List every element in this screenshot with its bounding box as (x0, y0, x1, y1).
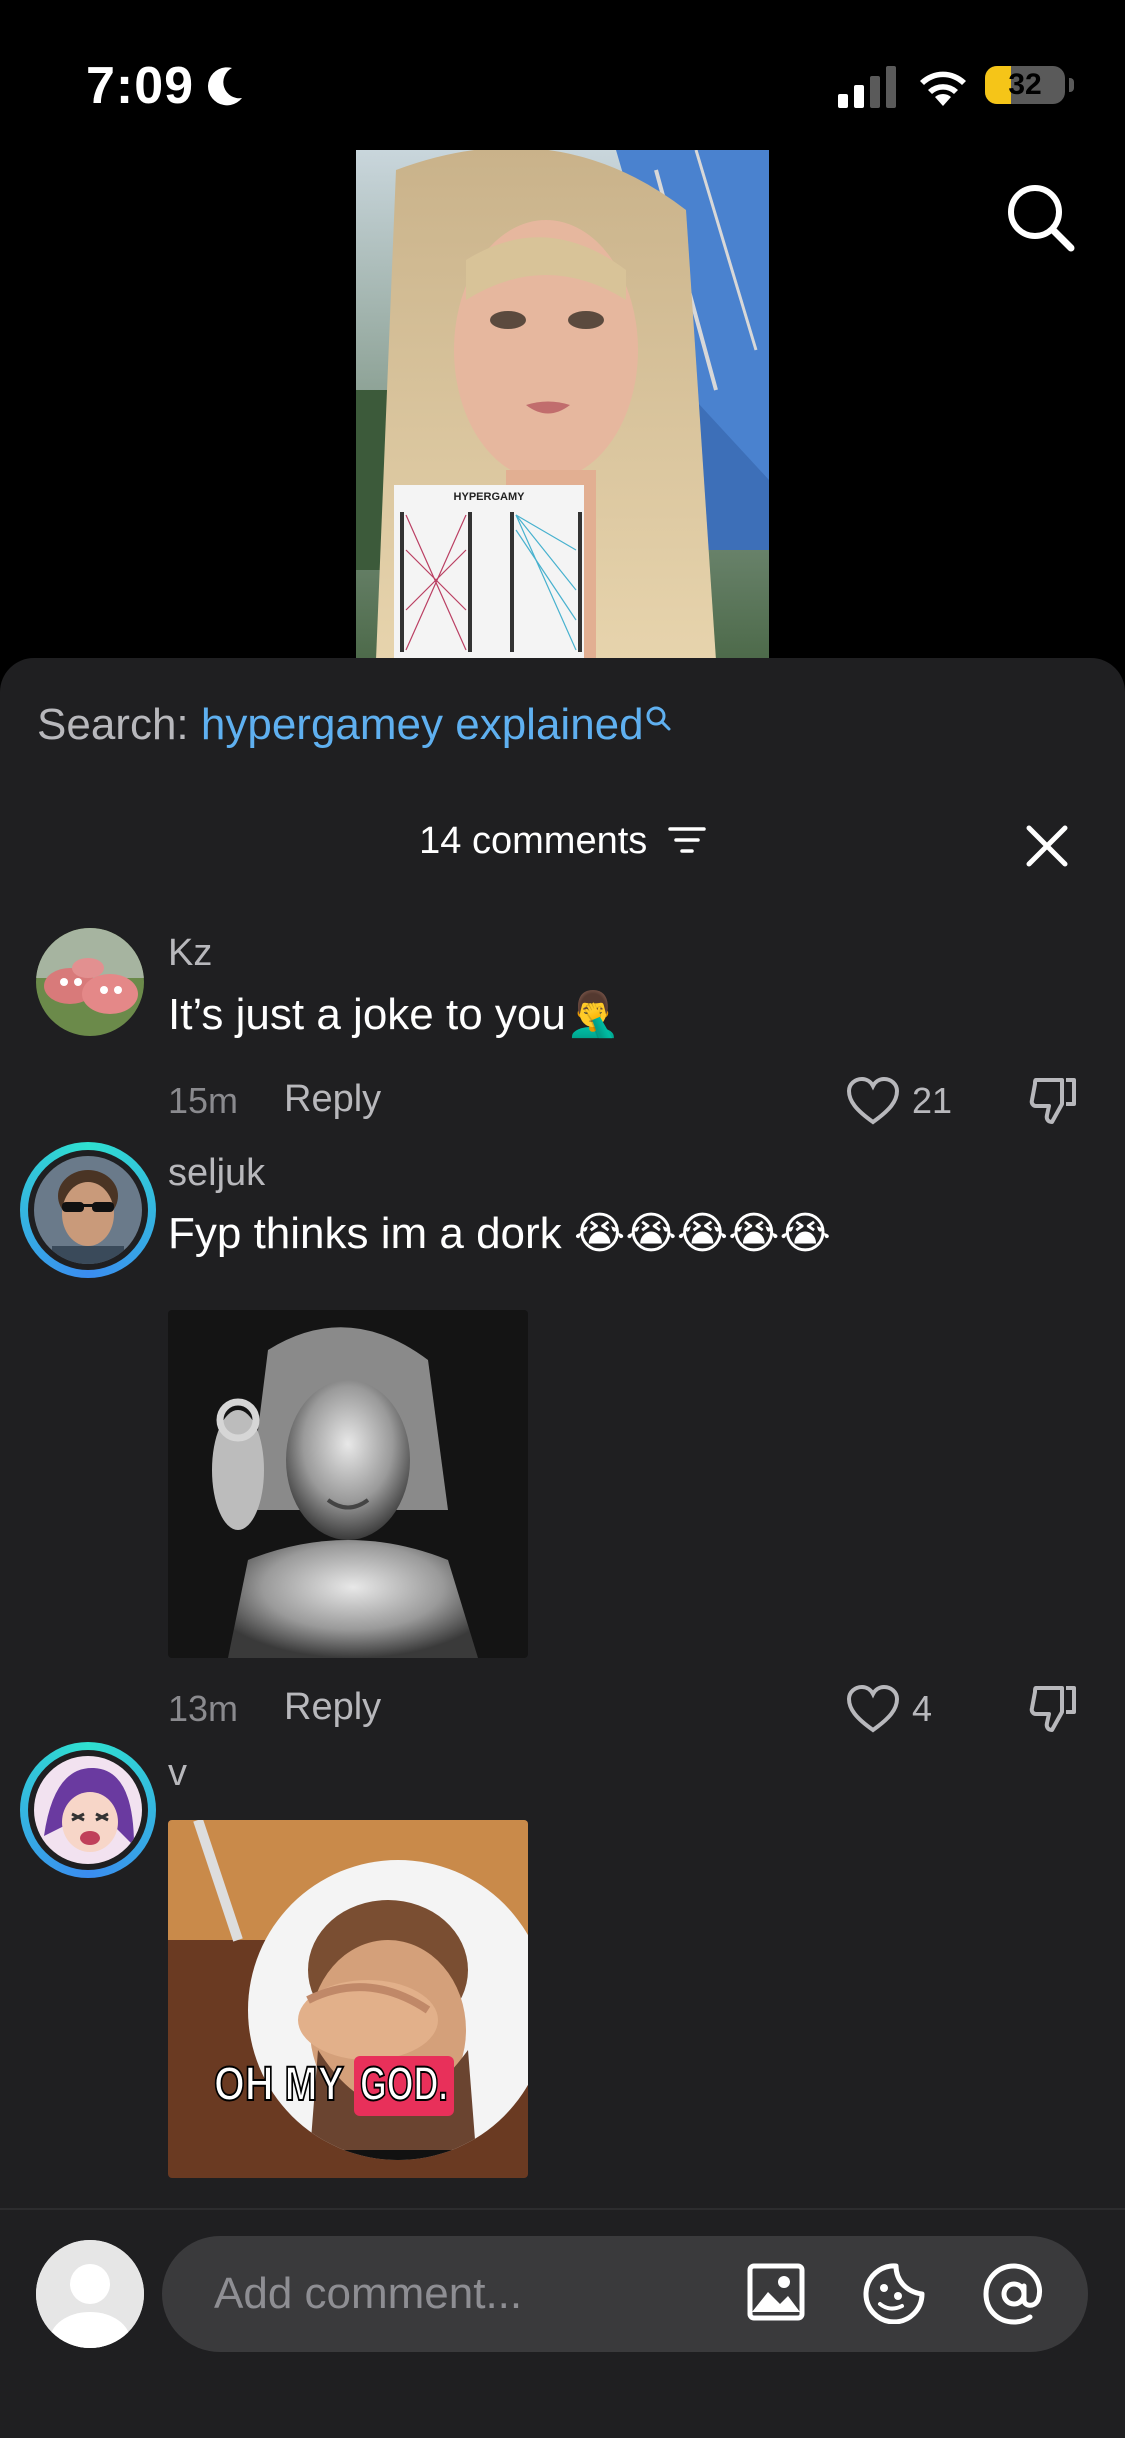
battery-percent: 32 (1008, 68, 1042, 101)
comment-username[interactable]: seljuk (168, 1152, 265, 1195)
comment-time: 13m (168, 1688, 239, 1729)
status-bar: 7:09 32 (0, 0, 1125, 140)
wifi-icon (920, 71, 966, 106)
comment-attached-image[interactable] (168, 1310, 528, 1658)
comment-time: 15m (168, 1080, 239, 1121)
current-user-avatar[interactable] (36, 2240, 144, 2348)
video-overlay-title: HYPERGAMY (454, 491, 526, 503)
avatar[interactable] (20, 1742, 156, 1878)
comment-username[interactable]: v (168, 1752, 187, 1795)
comment-attached-image[interactable]: OH MY GOD. (168, 1820, 528, 2178)
mention-icon[interactable] (982, 2262, 1046, 2326)
avatar[interactable] (20, 1142, 156, 1278)
image-icon[interactable] (746, 2262, 806, 2322)
heart-icon[interactable] (846, 1076, 900, 1126)
comment-username[interactable]: Kz (168, 932, 212, 975)
search-term-link[interactable]: hypergamey explained (201, 700, 644, 749)
dislike-icon[interactable] (1028, 1076, 1078, 1126)
moon-icon (208, 67, 242, 106)
image-caption-2: GOD. (360, 2058, 448, 2111)
battery-indicator: 32 (985, 66, 1074, 106)
comment-text: Fyp thinks im a dork 😭😭😭😭😭 (168, 1209, 831, 1258)
comments-sheet: Search: hypergamey explained 14 comments (0, 658, 1125, 2436)
like-count: 21 (912, 1080, 953, 1121)
like-button[interactable]: 21 (846, 1076, 952, 1131)
avatar[interactable] (36, 928, 144, 1036)
reply-button[interactable]: Reply (284, 1686, 381, 1729)
add-comment-input[interactable] (162, 2236, 1088, 2352)
sticker-icon[interactable] (862, 2262, 928, 2324)
reply-button[interactable]: Reply (284, 1078, 381, 1121)
like-count: 4 (912, 1688, 933, 1729)
video-preview[interactable]: HYPERGAMY (356, 150, 769, 660)
comment-text: It’s just a joke to you🤦‍♂️ (168, 990, 621, 1039)
search-prefix: Search: (37, 700, 189, 749)
comments-count: 14 comments (419, 820, 648, 862)
like-button[interactable]: 4 (846, 1684, 932, 1739)
filter-icon[interactable] (668, 825, 706, 855)
close-icon[interactable] (1025, 824, 1069, 868)
search-suggestion[interactable]: Search: hypergamey explained (37, 700, 672, 750)
comment-composer (0, 2208, 1125, 2438)
search-icon[interactable] (1005, 182, 1077, 254)
comments-count-header[interactable]: 14 comments (0, 820, 1125, 863)
dislike-icon[interactable] (1028, 1684, 1078, 1734)
signal-icon (838, 66, 896, 108)
search-icon (646, 706, 671, 731)
heart-icon[interactable] (846, 1684, 900, 1734)
status-time: 7:09 (86, 57, 195, 115)
image-caption-1: OH MY (214, 2058, 344, 2111)
